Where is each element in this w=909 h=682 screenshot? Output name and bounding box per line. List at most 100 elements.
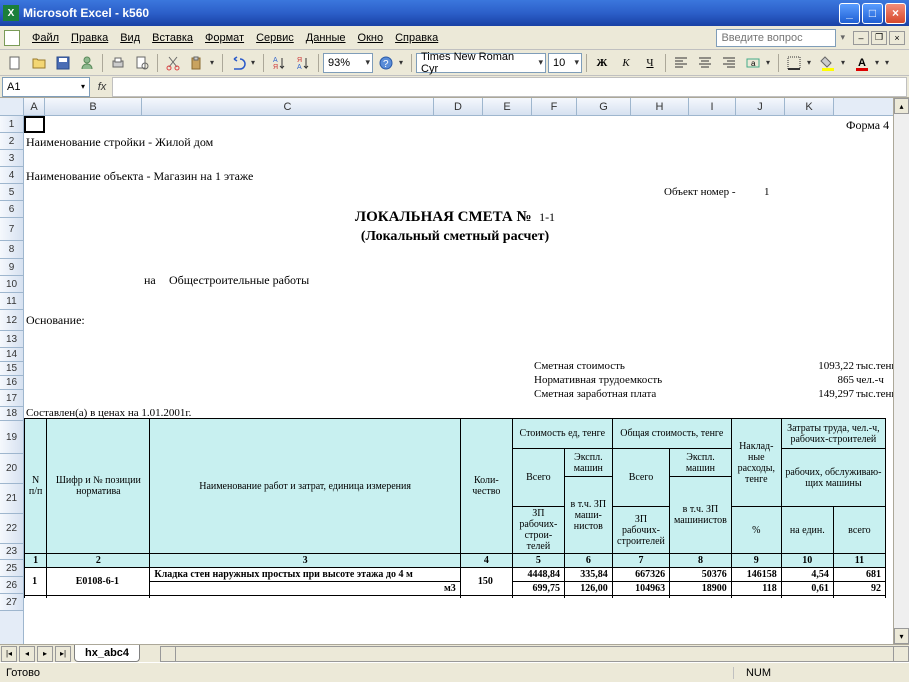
fill-color-button[interactable] — [817, 52, 839, 74]
open-button[interactable] — [28, 52, 50, 74]
cell-5a[interactable]: 4448,84 — [512, 568, 564, 582]
font-color-button[interactable]: A — [851, 52, 873, 74]
vertical-scrollbar[interactable]: ▴ ▾ — [893, 98, 909, 644]
help-search-input[interactable] — [716, 29, 836, 47]
cell-8b[interactable]: 18900 — [670, 582, 732, 596]
save-button[interactable] — [52, 52, 74, 74]
cell-name[interactable]: Кладка стен наружных простых при высоте … — [150, 568, 460, 582]
undo-dropdown-icon[interactable]: ▾ — [251, 58, 259, 67]
sort-asc-button[interactable]: AЯ — [268, 52, 290, 74]
cell-7a[interactable]: 667326 — [612, 568, 669, 582]
new-button[interactable] — [4, 52, 26, 74]
row-header-3[interactable]: 3 — [0, 150, 23, 167]
paste-button[interactable] — [186, 52, 208, 74]
tab-nav-prev[interactable]: ◂ — [19, 646, 35, 662]
select-all-corner[interactable] — [0, 98, 24, 115]
row-header-1[interactable]: 1 — [0, 116, 23, 133]
cell-5b[interactable]: 699,75 — [512, 582, 564, 596]
cut-button[interactable] — [162, 52, 184, 74]
maximize-button[interactable]: □ — [862, 3, 883, 24]
align-center-button[interactable] — [694, 52, 716, 74]
row-header-27[interactable]: 27 — [0, 594, 23, 611]
col-header-h[interactable]: H — [631, 98, 689, 115]
row-header-21[interactable]: 21 — [0, 484, 23, 514]
paste-dropdown-icon[interactable]: ▾ — [210, 58, 218, 67]
row-header-7[interactable]: 7 — [0, 218, 23, 241]
cell-6b[interactable]: 126,00 — [564, 582, 612, 596]
sort-desc-button[interactable]: ЯA — [292, 52, 314, 74]
row-header-5[interactable]: 5 — [0, 184, 23, 201]
name-box[interactable]: A1▾ — [2, 77, 90, 97]
row-header-25[interactable]: 25 — [0, 560, 23, 577]
borders-button[interactable] — [783, 52, 805, 74]
bold-button[interactable]: Ж — [591, 52, 613, 74]
col-header-g[interactable]: G — [577, 98, 631, 115]
toolbar-options-icon[interactable]: ▾ — [399, 58, 407, 67]
sheet-tab[interactable]: hx_abc4 — [74, 645, 140, 662]
row-header-14[interactable]: 14 — [0, 348, 23, 362]
fx-button[interactable]: fx — [92, 81, 112, 93]
scroll-down-button[interactable]: ▾ — [894, 628, 909, 644]
row-header-9[interactable]: 9 — [0, 259, 23, 276]
formula-input[interactable] — [112, 77, 907, 97]
cell-10b[interactable]: 0,61 — [781, 582, 833, 596]
cell-7b[interactable]: 104963 — [612, 582, 669, 596]
row-header-16[interactable]: 16 — [0, 376, 23, 390]
align-left-button[interactable] — [670, 52, 692, 74]
merge-center-button[interactable]: a — [742, 52, 764, 74]
row-header-19[interactable]: 19 — [0, 421, 23, 454]
cell-6a[interactable]: 335,84 — [564, 568, 612, 582]
cell-10a[interactable]: 4,54 — [781, 568, 833, 582]
menu-edit[interactable]: Правка — [65, 30, 114, 46]
menu-view[interactable]: Вид — [114, 30, 146, 46]
col-header-e[interactable]: E — [483, 98, 532, 115]
row-header-6[interactable]: 6 — [0, 201, 23, 218]
col-header-c[interactable]: C — [142, 98, 434, 115]
cell-code[interactable]: Е0108-6-1 — [47, 568, 150, 596]
undo-button[interactable] — [227, 52, 249, 74]
row-header-22[interactable]: 22 — [0, 514, 23, 544]
font-size-combo[interactable]: 10 — [548, 53, 582, 73]
menu-file[interactable]: Файл — [26, 30, 65, 46]
row-header-8[interactable]: 8 — [0, 241, 23, 259]
font-combo[interactable]: Times New Roman Cyr — [416, 53, 546, 73]
help-button[interactable]: ? — [375, 52, 397, 74]
row-header-2[interactable]: 2 — [0, 133, 23, 150]
scroll-up-button[interactable]: ▴ — [894, 98, 909, 114]
underline-button[interactable]: Ч — [639, 52, 661, 74]
cell-9b[interactable]: 118 — [731, 582, 781, 596]
grid-body[interactable]: Форма 4 Наименование стройки - Жилой дом… — [24, 116, 893, 644]
row-header-15[interactable]: 15 — [0, 362, 23, 376]
row-header-4[interactable]: 4 — [0, 167, 23, 184]
col-header-k[interactable]: K — [785, 98, 834, 115]
menu-tools[interactable]: Сервис — [250, 30, 300, 46]
align-right-button[interactable] — [718, 52, 740, 74]
row-header-13[interactable]: 13 — [0, 331, 23, 348]
cell-n[interactable]: 1 — [25, 568, 47, 596]
document-icon[interactable] — [4, 30, 20, 46]
row-header-10[interactable]: 10 — [0, 276, 23, 293]
print-button[interactable] — [107, 52, 129, 74]
cell-unit[interactable]: м3 — [150, 582, 460, 596]
menu-help[interactable]: Справка — [389, 30, 444, 46]
print-preview-button[interactable] — [131, 52, 153, 74]
cell-8a[interactable]: 50376 — [670, 568, 732, 582]
menu-format[interactable]: Формат — [199, 30, 250, 46]
col-header-i[interactable]: I — [689, 98, 736, 115]
menu-data[interactable]: Данные — [300, 30, 352, 46]
cell-11b[interactable]: 92 — [833, 582, 885, 596]
row-header-17[interactable]: 17 — [0, 390, 23, 407]
row-header-12[interactable]: 12 — [0, 310, 23, 331]
row-header-23[interactable]: 23 — [0, 544, 23, 560]
tab-nav-first[interactable]: |◂ — [1, 646, 17, 662]
col-header-b[interactable]: B — [45, 98, 142, 115]
merge-dropdown-icon[interactable]: ▾ — [766, 58, 774, 67]
col-header-j[interactable]: J — [736, 98, 785, 115]
menu-insert[interactable]: Вставка — [146, 30, 199, 46]
horizontal-scrollbar[interactable] — [160, 646, 909, 662]
format-toolbar-options-icon[interactable]: ▾ — [885, 58, 893, 67]
row-header-18[interactable]: 18 — [0, 407, 23, 421]
menu-window[interactable]: Окно — [352, 30, 390, 46]
cell-9a[interactable]: 146158 — [731, 568, 781, 582]
minimize-button[interactable]: _ — [839, 3, 860, 24]
